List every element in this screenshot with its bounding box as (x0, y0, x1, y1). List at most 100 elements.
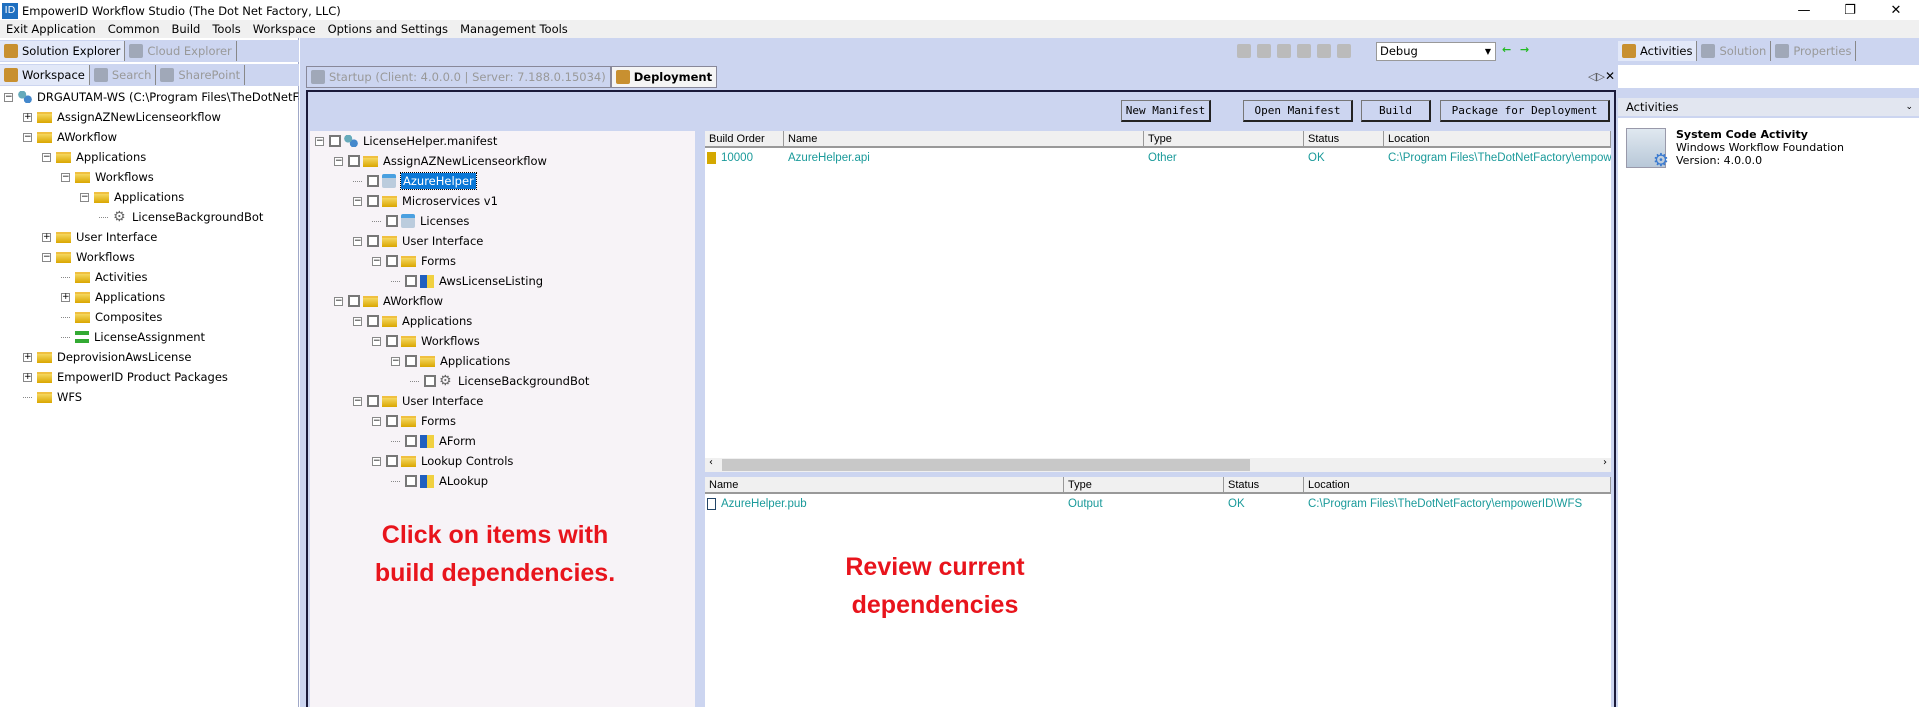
build-config-select[interactable]: Debug ▼ (1376, 42, 1496, 61)
checkbox[interactable] (386, 455, 398, 467)
back-arrow-icon[interactable]: ← (1502, 43, 1511, 56)
save-icon[interactable] (1237, 44, 1251, 58)
collapse-icon[interactable]: − (334, 156, 343, 166)
tree-item[interactable]: − Lookup Controls (372, 451, 513, 471)
tree-item[interactable]: AForm (391, 431, 476, 451)
tree-item[interactable]: − Workflows (372, 331, 480, 351)
checkbox[interactable] (405, 435, 417, 447)
tree-item[interactable]: + Applications (61, 287, 165, 307)
tree-item[interactable]: − User Interface (353, 231, 483, 251)
tree-item[interactable]: − AWorkflow (334, 291, 443, 311)
tab-sharepoint[interactable]: SharePoint (156, 65, 246, 85)
tree-item[interactable]: − LicenseHelper.manifest (315, 131, 497, 151)
activities-search-input[interactable] (1618, 65, 1919, 88)
checkbox[interactable] (348, 155, 360, 167)
open-manifest-button[interactable]: Open Manifest (1243, 100, 1353, 122)
checkbox[interactable] (329, 135, 341, 147)
build-button[interactable]: Build (1361, 100, 1431, 122)
checkbox[interactable] (386, 415, 398, 427)
menu-item[interactable]: Common (108, 22, 160, 36)
tree-item[interactable]: Activities (61, 267, 147, 287)
checkbox[interactable] (405, 475, 417, 487)
checkbox[interactable] (367, 235, 379, 247)
tree-item[interactable]: AwsLicenseListing (391, 271, 543, 291)
collapse-icon[interactable]: − (353, 396, 362, 406)
collapse-icon[interactable]: − (353, 316, 362, 326)
menu-item[interactable]: Options and Settings (328, 22, 449, 36)
checkbox[interactable] (405, 275, 417, 287)
activities-section-header[interactable]: Activities ⌄ (1618, 98, 1919, 116)
tab-workspace[interactable]: Workspace (0, 65, 90, 85)
column-header[interactable]: Status (1224, 477, 1304, 494)
tree-item[interactable]: AzureHelper (353, 171, 477, 191)
tree-item[interactable]: Composites (61, 307, 162, 327)
checkbox[interactable] (386, 215, 398, 227)
expand-icon[interactable]: + (23, 372, 32, 382)
collapse-icon[interactable]: − (372, 256, 381, 266)
column-header[interactable]: Type (1064, 477, 1224, 494)
expand-icon[interactable]: + (61, 292, 70, 302)
checkbox[interactable] (386, 255, 398, 267)
checkbox[interactable] (424, 375, 436, 387)
checkbox[interactable] (405, 355, 417, 367)
checkbox[interactable] (348, 295, 360, 307)
collapse-icon[interactable]: − (4, 92, 13, 102)
tree-item[interactable]: + DeprovisionAwsLicense (23, 347, 191, 367)
tree-item[interactable]: Licenses (372, 211, 469, 231)
collapse-icon[interactable]: − (42, 252, 51, 262)
collapse-icon[interactable]: − (372, 416, 381, 426)
collapse-icon[interactable]: − (372, 456, 381, 466)
expand-icon[interactable]: + (42, 232, 51, 242)
tab-cloud-explorer[interactable]: Cloud Explorer (125, 41, 237, 61)
grid-cell[interactable]: 10000 (717, 150, 784, 167)
collapse-icon[interactable]: − (334, 296, 343, 306)
tree-item[interactable]: − AWorkflow (23, 127, 117, 147)
tree-item[interactable]: − User Interface (353, 391, 483, 411)
column-header[interactable]: Name (705, 477, 1064, 494)
tree-item[interactable]: LicenseAssignment (61, 327, 205, 347)
tab-solution-explorer[interactable]: Solution Explorer (0, 41, 126, 61)
tab-solution[interactable]: Solution (1697, 41, 1772, 61)
tree-item[interactable]: ⚙ LicenseBackgroundBot (410, 371, 589, 391)
collapse-icon[interactable]: − (372, 336, 381, 346)
column-header[interactable]: Build Order (705, 131, 784, 148)
collapse-icon[interactable]: − (23, 132, 32, 142)
tab-scroll-icon[interactable]: ◁▷ (1588, 70, 1605, 83)
tree-item[interactable]: − AssignAZNewLicenseorkflow (334, 151, 547, 171)
column-header[interactable]: Location (1384, 131, 1611, 148)
collapse-icon[interactable]: − (80, 192, 89, 202)
copy-icon[interactable] (1317, 44, 1331, 58)
checkbox[interactable] (367, 315, 379, 327)
tree-item[interactable]: − Applications (80, 187, 184, 207)
stop-icon[interactable] (1297, 44, 1311, 58)
checkbox[interactable] (367, 175, 379, 187)
scroll-right-icon[interactable]: › (1603, 457, 1607, 468)
checkbox[interactable] (367, 195, 379, 207)
close-button[interactable]: ✕ (1873, 0, 1919, 22)
tree-item[interactable]: + User Interface (42, 227, 157, 247)
tab-startup-(client:-4.0.0.0-|-server:-7.188.0.15034)[interactable]: Startup (Client: 4.0.0.0 | Server: 7.188… (306, 66, 611, 88)
scroll-left-icon[interactable]: ‹ (709, 457, 713, 468)
tree-item[interactable]: − Microservices v1 (353, 191, 498, 211)
package-for-deployment-button[interactable]: Package for Deployment (1440, 100, 1610, 122)
checkbox[interactable] (386, 335, 398, 347)
menu-item[interactable]: Build (171, 22, 200, 36)
tree-item[interactable]: − Applications (42, 147, 146, 167)
collapse-icon[interactable]: − (315, 136, 324, 146)
column-header[interactable]: Status (1304, 131, 1384, 148)
collapse-icon[interactable]: − (61, 172, 70, 182)
tree-item[interactable]: WFS (23, 387, 82, 407)
check-icon[interactable] (1257, 44, 1271, 58)
column-header[interactable]: Type (1144, 131, 1304, 148)
tree-item[interactable]: − Applications (353, 311, 472, 331)
column-header[interactable]: Location (1304, 477, 1611, 494)
tree-item[interactable]: − Forms (372, 411, 456, 431)
tree-item[interactable]: − Workflows (61, 167, 154, 187)
windows-icon[interactable] (1337, 44, 1351, 58)
tree-item[interactable]: − Applications (391, 351, 510, 371)
play-icon[interactable] (1277, 44, 1291, 58)
collapse-icon[interactable]: − (353, 236, 362, 246)
restore-button[interactable]: ❐ (1827, 0, 1873, 22)
forward-arrow-icon[interactable]: → (1520, 43, 1529, 56)
collapse-icon[interactable]: − (391, 356, 400, 366)
